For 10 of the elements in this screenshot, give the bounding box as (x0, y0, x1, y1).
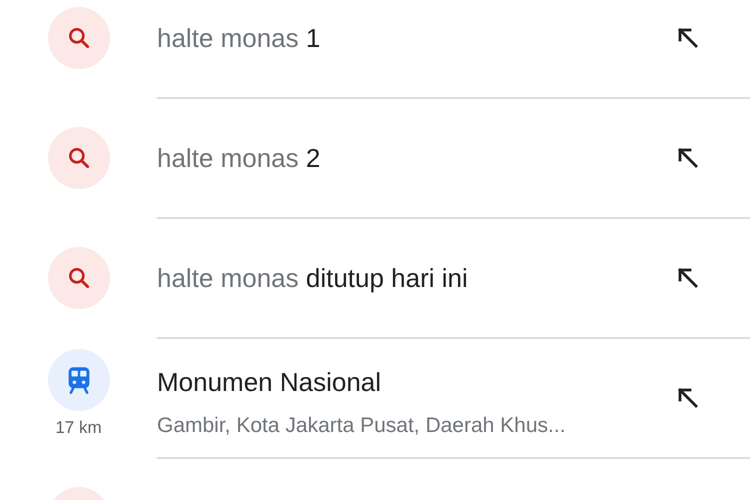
arrow-up-left-icon[interactable] (676, 146, 700, 170)
arrow-up-left-icon[interactable] (676, 266, 700, 290)
suggestion-text[interactable]: halte monas ditutup hari ini (157, 258, 657, 298)
place-address: Gambir, Kota Jakarta Pusat, Daerah Khus... (157, 413, 567, 439)
suggestion-text[interactable]: halte monas 1 (157, 18, 657, 58)
distance-label: 17 km (55, 417, 102, 439)
arrow-up-left-icon[interactable] (676, 386, 700, 410)
place-name[interactable]: Monumen Nasional (157, 363, 657, 402)
suggestion-text[interactable]: halte monas 2 (157, 138, 657, 178)
arrow-up-left-icon[interactable] (676, 26, 700, 50)
